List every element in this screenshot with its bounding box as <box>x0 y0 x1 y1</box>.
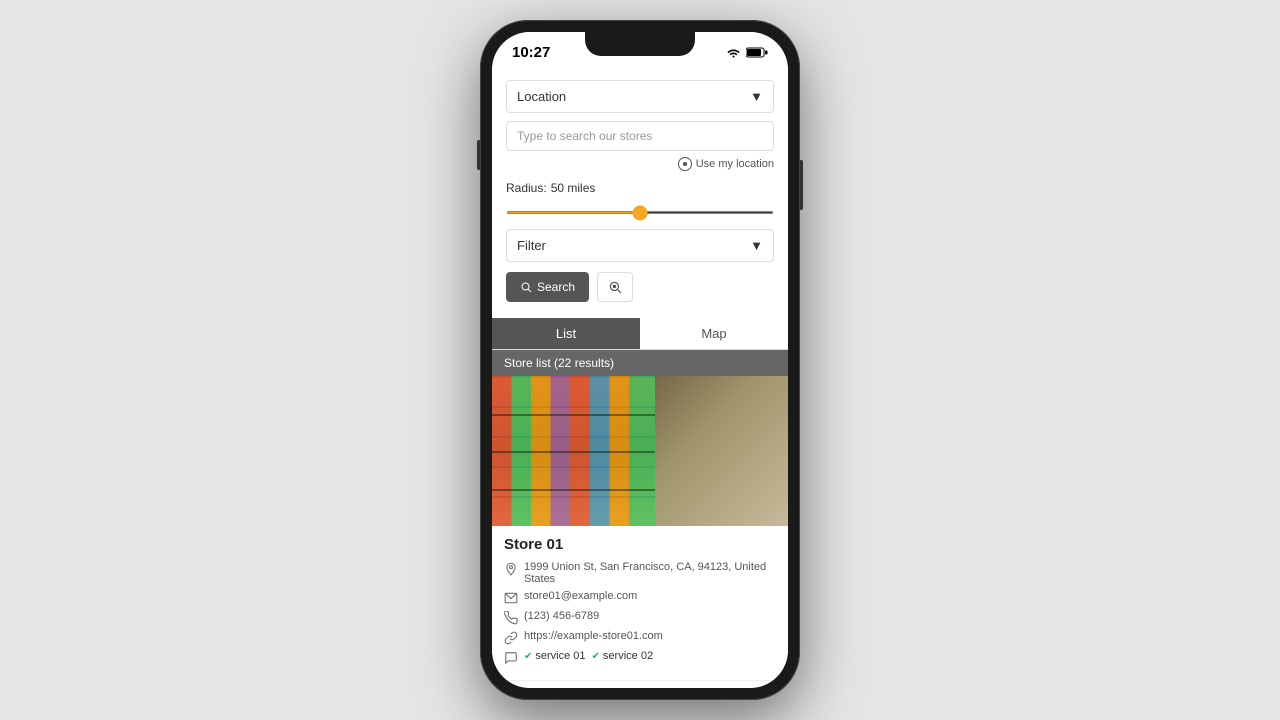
use-location-label: Use my location <box>696 158 774 170</box>
store-phone-row[interactable]: (123) 456-6789 <box>504 610 776 625</box>
tab-map[interactable]: Map <box>640 318 788 349</box>
store-email-row[interactable]: store01@example.com <box>504 590 776 605</box>
action-buttons: Search <box>506 272 774 302</box>
store-address: 1999 Union St, San Francisco, CA, 94123,… <box>524 561 776 585</box>
service-2: ✔ service 02 <box>592 650 654 662</box>
status-icons <box>726 47 768 58</box>
view-tabs: List Map <box>492 318 788 350</box>
use-location-row[interactable]: Use my location <box>506 157 774 171</box>
shelf-line-1 <box>492 414 655 416</box>
search-button[interactable]: Search <box>506 272 589 302</box>
search-section: Location ▼ Type to search our stores Use… <box>492 68 788 318</box>
store-website-row[interactable]: https://example-store01.com <box>504 630 776 645</box>
service-1-check: ✔ <box>524 651 532 662</box>
location-icon <box>678 157 692 171</box>
social-share-row: f ▶ t in <box>492 680 788 688</box>
store-name: Store 01 <box>504 536 776 553</box>
link-icon <box>504 631 518 645</box>
power-button <box>800 160 803 210</box>
radius-label: Radius: <box>506 181 547 195</box>
store-phone: (123) 456-6789 <box>524 610 599 622</box>
store-search-input[interactable]: Type to search our stores <box>506 121 774 151</box>
store-email: store01@example.com <box>524 590 637 602</box>
filter-dropdown-arrow: ▼ <box>750 238 763 253</box>
tab-list[interactable]: List <box>492 318 640 349</box>
battery-icon <box>746 47 768 58</box>
phone-icon <box>504 611 518 625</box>
email-icon <box>504 591 518 605</box>
radius-slider[interactable] <box>506 211 774 214</box>
filter-label: Filter <box>517 238 546 253</box>
filter-dropdown[interactable]: Filter ▼ <box>506 229 774 262</box>
service-2-check: ✔ <box>592 651 600 662</box>
nearby-icon <box>608 280 622 294</box>
location-dropdown-arrow: ▼ <box>750 89 763 104</box>
store-website: https://example-store01.com <box>524 630 663 642</box>
radius-value: 50 miles <box>551 181 596 195</box>
shelf-line-3 <box>492 489 655 491</box>
nearby-search-button[interactable] <box>597 272 633 302</box>
store-info-card: Store 01 1999 Union St, San Francisco, C… <box>492 526 788 680</box>
wifi-icon <box>726 47 741 58</box>
store-address-row: 1999 Union St, San Francisco, CA, 94123,… <box>504 561 776 585</box>
store-shelves-bg <box>492 376 655 526</box>
services-icon <box>504 651 518 665</box>
volume-button <box>477 140 480 170</box>
location-label: Location <box>517 89 566 104</box>
store-services-row: ✔ service 01 ✔ service 02 <box>504 650 776 665</box>
location-dropdown[interactable]: Location ▼ <box>506 80 774 113</box>
search-button-icon <box>520 281 532 293</box>
content-area[interactable]: Location ▼ Type to search our stores Use… <box>492 68 788 688</box>
status-time: 10:27 <box>512 44 550 61</box>
store-image <box>492 376 788 526</box>
radius-slider-container[interactable] <box>506 201 774 219</box>
radius-row: Radius: 50 miles <box>506 181 774 195</box>
results-count: Store list (22 results) <box>504 356 614 370</box>
search-button-label: Search <box>537 280 575 294</box>
service-1: ✔ service 01 <box>524 650 586 662</box>
phone-frame: 10:27 Location ▼ <box>480 20 800 700</box>
shelf-line-2 <box>492 451 655 453</box>
services-list: ✔ service 01 ✔ service 02 <box>524 650 653 662</box>
address-icon <box>504 562 518 576</box>
service-1-label: service 01 <box>535 650 585 662</box>
service-2-label: service 02 <box>603 650 653 662</box>
notch <box>585 32 695 56</box>
phone-screen: 10:27 Location ▼ <box>492 32 788 688</box>
store-list-header: Store list (22 results) <box>492 350 788 376</box>
